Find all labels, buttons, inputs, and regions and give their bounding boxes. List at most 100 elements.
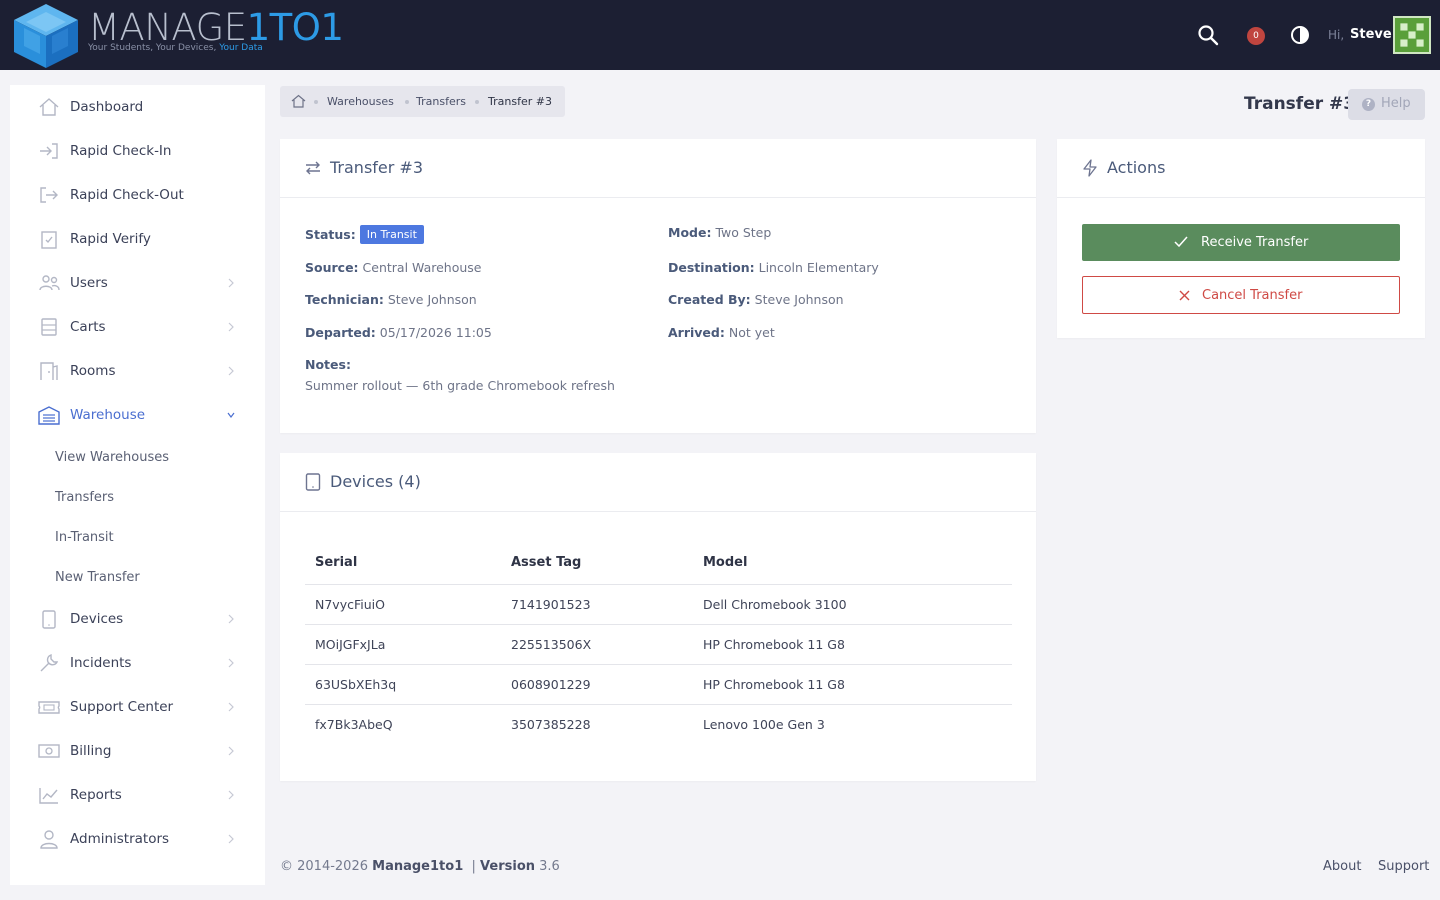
receive-transfer-button[interactable]: Receive Transfer [1082, 224, 1400, 261]
wrench-icon [40, 654, 59, 672]
sidebar-subitem-in-transit[interactable]: In-Transit [55, 530, 114, 545]
sidebar-item-dashboard[interactable]: Dashboard [10, 85, 265, 129]
sidebar-item-label: Incidents [70, 655, 132, 671]
cancel-transfer-label: Cancel Transfer [1202, 288, 1303, 303]
card-title: Devices (4) [330, 472, 421, 491]
breadcrumb-separator [314, 100, 318, 104]
table-row[interactable]: N7vycFiuiO 7141901523 Dell Chromebook 31… [305, 584, 1012, 625]
destination-field: Destination: Lincoln Elementary [668, 260, 879, 275]
sidebar-item-label: Users [70, 275, 108, 291]
breadcrumb-transfers[interactable]: Transfers [416, 95, 466, 108]
chevron-right-icon [228, 702, 234, 712]
footer-brand[interactable]: Manage1to1 [372, 859, 463, 874]
cell-asset-tag: 3507385228 [511, 716, 591, 732]
card-header: Transfer #3 [280, 139, 1036, 198]
sidebar-subitem-new-transfer[interactable]: New Transfer [55, 570, 140, 585]
column-header-asset-tag[interactable]: Asset Tag [501, 541, 693, 585]
sidebar-item-billing[interactable]: Billing [10, 729, 265, 773]
footer-link-support[interactable]: Support [1378, 859, 1429, 874]
tablet-icon [305, 473, 321, 491]
chevron-right-icon [228, 278, 234, 288]
question-icon: ? [1362, 98, 1375, 111]
sidebar-item-label: Administrators [70, 831, 170, 847]
sidebar-item-label: Devices [70, 611, 124, 627]
breadcrumb-current: Transfer #3 [488, 95, 552, 108]
sidebar-item-users[interactable]: Users [10, 261, 265, 305]
home-icon [39, 98, 59, 116]
departed-field: Departed: 05/17/2026 11:05 [305, 325, 492, 340]
actions-card: Actions Receive Transfer Cancel Transfer [1057, 139, 1425, 338]
sidebar-item-label: Support Center [70, 699, 174, 715]
devices-card: Devices (4) Serial Asset Tag Model N7vyc… [280, 453, 1036, 781]
page-title: Transfer #3 [1244, 94, 1356, 114]
sidebar-subitem-transfers[interactable]: Transfers [55, 490, 114, 505]
mode-field: Mode: Two Step [668, 225, 772, 240]
table-row[interactable]: 63USbXEh3q 0608901229 HP Chromebook 11 G… [305, 664, 1012, 705]
breadcrumb-separator [475, 100, 479, 104]
logo-cube-icon [14, 4, 78, 68]
cell-asset-tag: 7141901523 [501, 584, 693, 625]
sidebar: Dashboard Rapid Check-In Rapid Check-Out… [10, 85, 265, 885]
sidebar-item-devices[interactable]: Devices [10, 597, 265, 641]
technician-field: Technician: Steve Johnson [305, 292, 477, 307]
sidebar-item-rapid-verify[interactable]: Rapid Verify [10, 217, 265, 261]
table-header-row: Serial Asset Tag Model [305, 541, 1012, 585]
sidebar-item-label: Warehouse [70, 407, 146, 423]
chevron-right-icon [228, 746, 234, 756]
theme-toggle-icon[interactable] [1290, 25, 1310, 45]
breadcrumb-separator [405, 100, 409, 104]
user-name[interactable]: Steve [1350, 27, 1392, 42]
top-bar: MANAGE1TO1 Your Students, Your Devices, … [0, 0, 1440, 70]
sign-out-icon [40, 187, 58, 203]
lightning-icon [1083, 159, 1097, 177]
sidebar-item-carts[interactable]: Carts [10, 305, 265, 349]
arrived-field: Arrived: Not yet [668, 325, 775, 340]
app-logo[interactable]: MANAGE1TO1 Your Students, Your Devices, … [10, 2, 350, 68]
sidebar-item-label: Rapid Check-In [70, 143, 172, 159]
sidebar-subitem-view-warehouses[interactable]: View Warehouses [55, 450, 169, 465]
card-header: Actions [1057, 139, 1425, 198]
admin-icon [40, 830, 58, 849]
sidebar-item-incidents[interactable]: Incidents [10, 641, 265, 685]
breadcrumb-warehouses[interactable]: Warehouses [327, 95, 394, 108]
chevron-right-icon [228, 366, 234, 376]
sidebar-item-rooms[interactable]: Rooms [10, 349, 265, 393]
card-title: Actions [1107, 158, 1166, 177]
cancel-transfer-button[interactable]: Cancel Transfer [1082, 276, 1400, 314]
transfer-arrows-icon [306, 161, 320, 175]
cell-serial: fx7Bk3AbeQ [315, 716, 393, 732]
sidebar-item-support-center[interactable]: Support Center [10, 685, 265, 729]
chart-icon [39, 788, 58, 804]
help-button[interactable]: ? Help [1348, 89, 1425, 120]
column-header-model[interactable]: Model [693, 541, 1012, 585]
table-row[interactable]: fx7Bk3AbeQ 3507385228 Lenovo 100e Gen 3 [305, 704, 1012, 744]
sidebar-item-label: Carts [70, 319, 106, 335]
column-header-serial[interactable]: Serial [305, 541, 501, 585]
sidebar-item-reports[interactable]: Reports [10, 773, 265, 817]
home-icon[interactable] [291, 94, 306, 108]
tablet-icon [42, 610, 56, 629]
status-badge: In Transit [359, 225, 424, 244]
check-icon [1174, 236, 1188, 248]
chevron-right-icon [228, 658, 234, 668]
table-row[interactable]: MOiJGFxJLa 225513506X HP Chromebook 11 G… [305, 624, 1012, 665]
chevron-right-icon [228, 834, 234, 844]
sidebar-item-administrators[interactable]: Administrators [10, 817, 265, 861]
avatar[interactable] [1393, 16, 1431, 54]
notification-badge[interactable]: 0 [1247, 27, 1265, 45]
chevron-right-icon [228, 614, 234, 624]
search-icon[interactable] [1196, 23, 1220, 47]
status-field: Status: In Transit [305, 225, 424, 244]
sidebar-item-warehouse[interactable]: Warehouse [10, 393, 265, 437]
card-title: Transfer #3 [330, 158, 424, 177]
breadcrumb: Warehouses Transfers Transfer #3 [280, 86, 565, 117]
cell-asset-tag: 0608901229 [501, 664, 693, 705]
footer-link-about[interactable]: About [1323, 859, 1361, 874]
sidebar-item-rapid-check-out[interactable]: Rapid Check-Out [10, 173, 265, 217]
card-header: Devices (4) [280, 453, 1036, 512]
receive-transfer-label: Receive Transfer [1201, 235, 1309, 250]
footer-copyright: © 2014-2026 Manage1to1 | Version 3.6 [280, 859, 560, 874]
chevron-right-icon [228, 322, 234, 332]
sidebar-item-rapid-check-in[interactable]: Rapid Check-In [10, 129, 265, 173]
created-by-field: Created By: Steve Johnson [668, 292, 844, 307]
